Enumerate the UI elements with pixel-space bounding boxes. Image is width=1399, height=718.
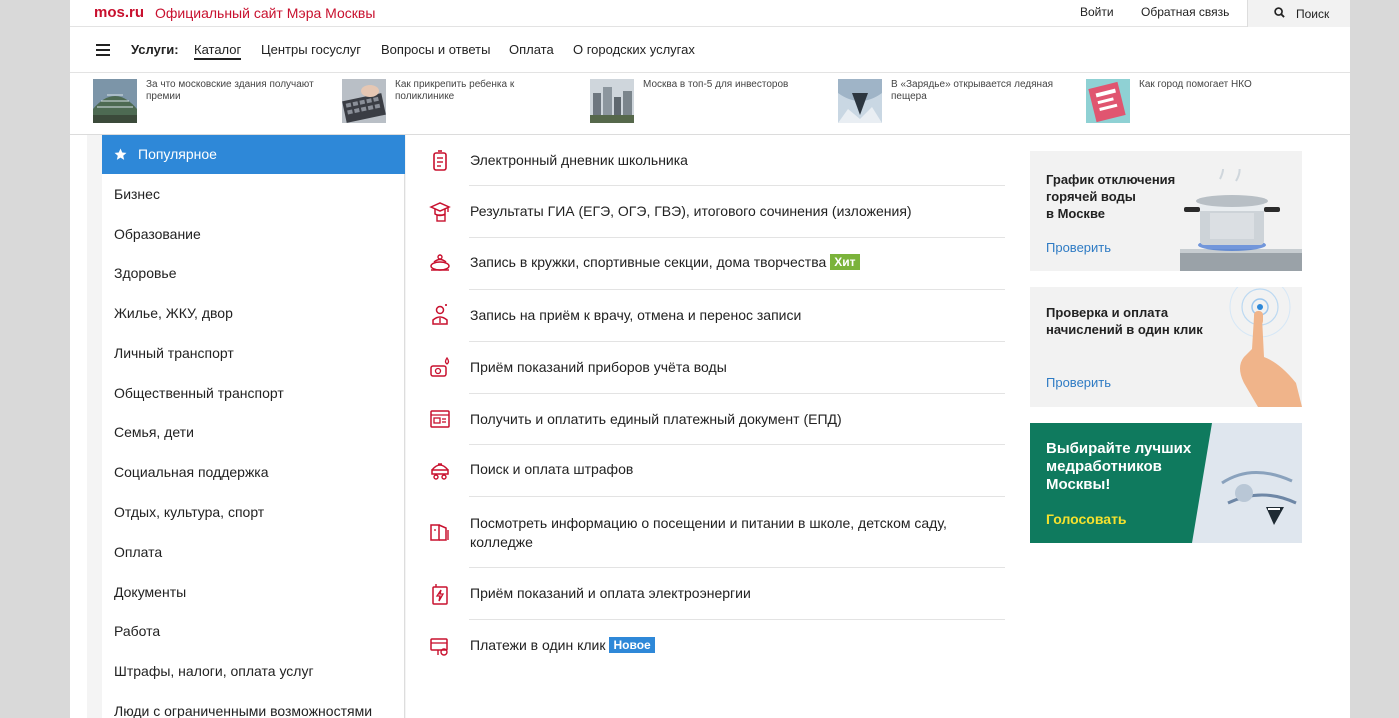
finger-tap-icon	[1229, 287, 1302, 407]
sidebar-item-leisure[interactable]: Отдых, культура, спорт	[114, 504, 264, 520]
sidebar-item-family[interactable]: Семья, дети	[114, 424, 194, 440]
new-badge: Новое	[609, 637, 655, 653]
service-label: Запись на приём к врачу, отмена и перено…	[470, 307, 802, 323]
sidebar-item-documents[interactable]: Документы	[114, 584, 186, 600]
star-icon	[114, 148, 127, 160]
sidebar-item-payment[interactable]: Оплата	[114, 544, 162, 560]
sidebar-item-business[interactable]: Бизнес	[114, 186, 160, 202]
check-link[interactable]: Проверить	[1046, 240, 1111, 255]
top-bar: mos.ru Официальный сайт Мэра Москвы Войт…	[70, 0, 1350, 27]
sidebar-item-public-transport[interactable]: Общественный транспорт	[114, 385, 284, 401]
news-text: В «Зарядье» открывается ледяная пещера	[891, 79, 1054, 102]
medical-photo-icon	[1192, 423, 1302, 543]
sidebar-item-popular[interactable]: Популярное	[102, 135, 405, 174]
service-label: Получить и оплатить единый платежный док…	[470, 411, 842, 427]
school-meal-icon	[430, 524, 449, 541]
news-text: Как город помогает НКО	[1139, 79, 1252, 90]
sidebar-item-housing[interactable]: Жилье, ЖКУ, двор	[114, 305, 233, 321]
nav-label: Услуги:	[131, 42, 179, 57]
logo[interactable]: mos.ru	[94, 4, 144, 21]
category-sidebar: Популярное Бизнес Образование Здоровье Ж…	[102, 135, 405, 718]
nko-photo-icon	[1086, 79, 1130, 123]
news-item[interactable]: Москва в топ-5 для инвесторов	[590, 79, 830, 123]
one-click-payment-icon	[430, 638, 448, 656]
service-label: Приём показаний и оплата электроэнергии	[470, 585, 751, 601]
city-photo-icon	[590, 79, 634, 123]
keyboard-photo-icon	[342, 79, 386, 123]
sidebar-item-work[interactable]: Работа	[114, 623, 160, 639]
promo-one-click-payment[interactable]: Проверка и оплата начислений в один клик …	[1030, 287, 1302, 407]
news-strip: За что московские здания получают премии …	[70, 73, 1350, 135]
news-item[interactable]: Как прикрепить ребенка к поликлинике	[342, 79, 582, 123]
news-text: Как прикрепить ребенка к поликлинике	[395, 79, 515, 102]
search-label: Поиск	[1296, 7, 1330, 21]
clubs-icon	[430, 254, 450, 271]
diary-icon	[433, 150, 447, 171]
ice-cave-photo-icon	[838, 79, 882, 123]
electricity-icon	[432, 584, 448, 605]
service-label: Приём показаний приборов учёта воды	[470, 359, 727, 375]
vote-link[interactable]: Голосовать	[1046, 511, 1127, 527]
promo-vote-doctors[interactable]: Выбирайте лучших медработников Москвы! Гол…	[1030, 423, 1302, 543]
service-label: Электронный дневник школьника	[470, 152, 688, 168]
news-item[interactable]: В «Зарядье» открывается ледяная пещера	[838, 79, 1078, 123]
nav-payment[interactable]: Оплата	[509, 42, 554, 57]
hit-badge: Хит	[830, 254, 860, 270]
news-item[interactable]: Как город помогает НКО	[1086, 79, 1326, 123]
nav-faq[interactable]: Вопросы и ответы	[381, 42, 490, 57]
sidebar-item-education[interactable]: Образование	[114, 226, 201, 242]
sidebar-item-disabilities[interactable]: Люди с ограниченными возможностями	[114, 703, 372, 718]
nav-catalog[interactable]: Каталог	[194, 42, 242, 60]
sidebar-item-health[interactable]: Здоровье	[114, 265, 177, 281]
feedback-link[interactable]: Обратная связь	[1141, 5, 1229, 19]
graduation-icon	[429, 202, 451, 222]
news-text: За что московские здания получают премии	[146, 79, 314, 102]
site-title[interactable]: Официальный сайт Мэра Москвы	[155, 5, 375, 21]
service-label: Посмотреть информацию о посещении и пита…	[470, 515, 947, 550]
search-button[interactable]: Поиск	[1247, 0, 1350, 27]
menu-icon[interactable]	[96, 44, 110, 56]
catalog-content: Популярное Бизнес Образование Здоровье Ж…	[70, 135, 1350, 718]
promo-column: График отключения горячей воды в Москве Пр…	[1023, 135, 1317, 718]
search-icon	[1274, 7, 1285, 18]
service-label: Запись в кружки, спортивные секции, дома…	[470, 253, 1000, 272]
login-link[interactable]: Войти	[1080, 5, 1114, 19]
news-item[interactable]: За что московские здания получают премии	[93, 79, 333, 123]
services-nav: Услуги: Каталог Центры госуслуг Вопросы …	[70, 27, 1350, 73]
service-label: Результаты ГИА (ЕГЭ, ОГЭ, ГВЭ), итоговог…	[470, 203, 912, 219]
pot-on-stove-icon	[1180, 169, 1302, 271]
service-label: Поиск и оплата штрафов	[470, 461, 634, 477]
payment-document-icon	[430, 410, 450, 428]
sidebar-item-fines-taxes[interactable]: Штрафы, налоги, оплата услуг	[114, 663, 314, 679]
sidebar-item-social-support[interactable]: Социальная поддержка	[114, 464, 269, 480]
service-label: Платежи в один клик Новое	[470, 636, 1000, 655]
nav-about-services[interactable]: О городских услугах	[573, 42, 695, 57]
check-link[interactable]: Проверить	[1046, 375, 1111, 390]
water-meter-icon	[430, 356, 450, 377]
news-text: Москва в топ-5 для инвесторов	[643, 79, 789, 90]
fines-icon	[431, 463, 449, 480]
page: mos.ru Официальный сайт Мэра Москвы Войт…	[70, 0, 1350, 718]
promo-title: Выбирайте лучших медработников Москвы!	[1046, 440, 1192, 493]
building-photo-icon	[93, 79, 137, 123]
nav-service-centers[interactable]: Центры госуслуг	[261, 42, 361, 57]
doctor-icon	[432, 304, 448, 325]
popular-services-list: Электронный дневник школьника Результаты…	[406, 135, 1023, 718]
promo-hot-water[interactable]: График отключения горячей воды в Москве Пр…	[1030, 151, 1302, 271]
promo-title: Проверка и оплата начислений в один клик	[1046, 305, 1203, 337]
sidebar-item-label: Популярное	[138, 146, 217, 162]
sidebar-item-private-transport[interactable]: Личный транспорт	[114, 345, 234, 361]
